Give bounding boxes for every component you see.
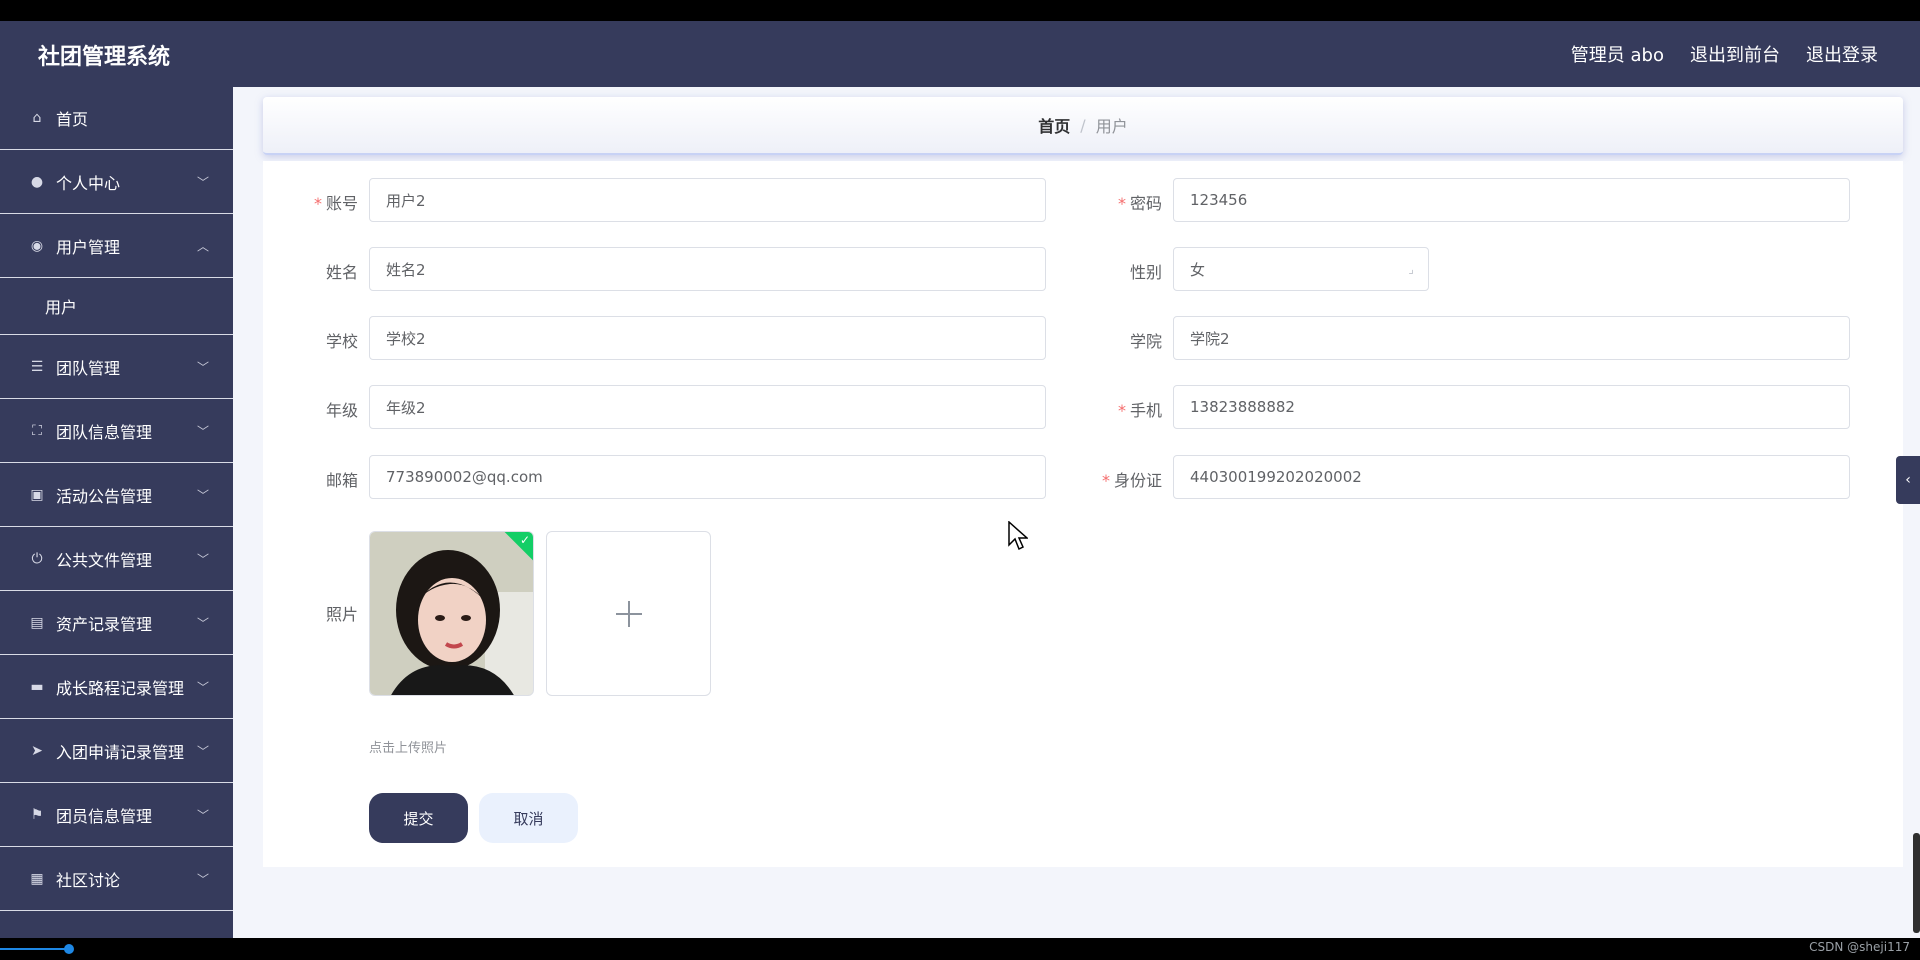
sidebar: ⌂ 首页 ● 个人中心 ﹀ ◉ 用户管理 ︿ 用户 ☰ 团队管理 ﹀ ⛶ 团队信… <box>0 87 233 938</box>
select-arrow-icon: ⌟ <box>1408 262 1414 276</box>
name-label: 姓名 <box>325 263 358 282</box>
photo-upload-button[interactable] <box>546 531 711 696</box>
send-icon: ➤ <box>31 742 43 759</box>
gender-select[interactable]: 女 ⌟ <box>1173 247 1429 291</box>
chevron-down-icon: ﹀ <box>196 680 209 694</box>
chevron-down-icon: ﹀ <box>196 552 209 566</box>
sidebar-item-personal-center[interactable]: ● 个人中心 ﹀ <box>0 150 233 214</box>
email-label: 邮箱 <box>325 471 358 490</box>
grade-input[interactable]: 年级2 <box>369 385 1046 429</box>
chevron-left-icon: ‹ <box>1905 472 1911 488</box>
id-card-label: * 身份证 <box>1101 471 1162 490</box>
grade-label: 年级 <box>325 401 358 420</box>
sidebar-item-community-discussion[interactable]: ▦ 社区讨论 ﹀ <box>0 847 233 911</box>
chevron-up-icon: ︿ <box>196 239 209 253</box>
sidebar-item-label: 资产记录管理 <box>56 614 153 634</box>
app-title: 社团管理系统 <box>38 45 171 70</box>
collapse-panel-button[interactable]: ‹ <box>1896 456 1920 504</box>
chevron-down-icon: ﹀ <box>196 175 209 189</box>
sidebar-item-asset-record-management[interactable]: ▤ 资产记录管理 ﹀ <box>0 591 233 655</box>
account-input[interactable]: 用户2 <box>369 178 1046 222</box>
college-input[interactable]: 学院2 <box>1173 316 1850 360</box>
chevron-down-icon: ﹀ <box>196 424 209 438</box>
progress-handle[interactable] <box>64 944 74 954</box>
check-icon: ✓ <box>519 533 530 547</box>
portrait-thumbnail <box>370 532 533 695</box>
photo-upload-hint: 点击上传照片 <box>369 741 448 756</box>
home-icon: ⌂ <box>32 110 42 126</box>
account-label: * 账号 <box>313 194 358 213</box>
cancel-button[interactable]: 取消 <box>479 793 578 843</box>
chevron-down-icon: ﹀ <box>196 808 209 822</box>
sidebar-item-user-management[interactable]: ◉ 用户管理 ︿ <box>0 214 233 278</box>
fullscreen-icon: ⛶ <box>32 422 42 439</box>
phone-label: * 手机 <box>1117 401 1162 420</box>
submit-button[interactable]: 提交 <box>369 793 468 843</box>
bottom-video-bar: CSDN @sheji117 <box>0 938 1920 960</box>
chevron-down-icon: ﹀ <box>196 744 209 758</box>
sidebar-item-public-file-management[interactable]: ⏻ 公共文件管理 ﹀ <box>0 527 233 591</box>
chevron-down-icon: ﹀ <box>196 360 209 374</box>
gender-label: 性别 <box>1129 263 1162 282</box>
sidebar-item-label: 公共文件管理 <box>56 550 153 570</box>
phone-input[interactable]: 13823888882 <box>1173 385 1850 429</box>
sidebar-item-join-application-management[interactable]: ➤ 入团申请记录管理 ﹀ <box>0 719 233 783</box>
uploaded-photo[interactable]: ✓ <box>369 531 534 696</box>
sidebar-item-team-info-management[interactable]: ⛶ 团队信息管理 ﹀ <box>0 399 233 463</box>
id-card-input[interactable]: 440300199202020002 <box>1173 455 1850 499</box>
sidebar-item-label: 活动公告管理 <box>56 486 153 506</box>
school-label: 学校 <box>325 332 358 351</box>
chevron-down-icon: ﹀ <box>196 872 209 886</box>
sidebar-subitem-user[interactable]: 用户 <box>0 278 233 335</box>
sidebar-item-home[interactable]: ⌂ 首页 <box>0 87 233 150</box>
breadcrumb-current: 用户 <box>1095 117 1128 136</box>
college-label: 学院 <box>1129 332 1162 351</box>
breadcrumb: 首页 / 用户 <box>263 97 1903 155</box>
menu-icon: ☰ <box>30 358 44 375</box>
clipboard-icon: ▣ <box>30 486 44 503</box>
password-label: * 密码 <box>1117 194 1162 213</box>
document-icon: ▦ <box>30 870 44 887</box>
sidebar-item-label: 社区讨论 <box>56 870 121 890</box>
watermark-text: CSDN @sheji117 <box>1809 940 1910 954</box>
email-input[interactable]: 773890002@qq.com <box>369 455 1046 499</box>
sidebar-item-member-info-management[interactable]: ⚑ 团员信息管理 ﹀ <box>0 783 233 847</box>
mouse-cursor-icon <box>1008 521 1028 551</box>
logout-link[interactable]: 退出登录 <box>1806 41 1878 67</box>
name-input[interactable]: 姓名2 <box>369 247 1046 291</box>
school-input[interactable]: 学校2 <box>369 316 1046 360</box>
main-content: 首页 / 用户 * 账号 用户2 * 密码 123456 姓名 姓名2 性别 女 ⌟… <box>233 87 1920 938</box>
top-header: 社团管理系统 管理员 abo 退出到前台 退出登录 <box>0 21 1920 87</box>
power-icon: ⏻ <box>31 550 43 567</box>
user-icon: ● <box>30 173 44 190</box>
sidebar-item-label: 成长路程记录管理 <box>56 678 185 698</box>
pin-icon: ◉ <box>30 237 44 254</box>
sidebar-item-label: 个人中心 <box>56 173 121 193</box>
sidebar-item-label: 入团申请记录管理 <box>56 742 185 762</box>
user-edit-form: * 账号 用户2 * 密码 123456 姓名 姓名2 性别 女 ⌟ 学校 学校2 … <box>263 161 1903 867</box>
sidebar-item-label: 团队信息管理 <box>56 422 153 442</box>
sidebar-item-team-management[interactable]: ☰ 团队管理 ﹀ <box>0 335 233 399</box>
breadcrumb-separator: / <box>1080 115 1086 135</box>
admin-user-link[interactable]: 管理员 abo <box>1571 41 1664 67</box>
password-input[interactable]: 123456 <box>1173 178 1850 222</box>
chart-icon: ▤ <box>30 614 44 631</box>
chevron-down-icon: ﹀ <box>196 488 209 502</box>
breadcrumb-home[interactable]: 首页 <box>1038 113 1070 137</box>
progress-bar <box>0 948 72 950</box>
sidebar-item-label: 团员信息管理 <box>56 806 153 826</box>
chevron-down-icon: ﹀ <box>196 616 209 630</box>
sidebar-item-growth-record-management[interactable]: ▬ 成长路程记录管理 ﹀ <box>0 655 233 719</box>
scrollbar-thumb[interactable] <box>1913 833 1920 933</box>
sidebar-item-label: 首页 <box>56 110 89 129</box>
exit-to-frontend-link[interactable]: 退出到前台 <box>1690 41 1780 67</box>
photo-label: 照片 <box>325 605 358 624</box>
sidebar-item-activity-notice-management[interactable]: ▣ 活动公告管理 ﹀ <box>0 463 233 527</box>
plus-icon <box>615 600 642 627</box>
sidebar-item-label: 团队管理 <box>56 358 121 378</box>
briefcase-icon: ▬ <box>30 678 44 695</box>
sidebar-item-label: 用户管理 <box>56 237 121 257</box>
header-actions: 管理员 abo 退出到前台 退出登录 <box>1571 41 1878 67</box>
flag-icon: ⚑ <box>30 806 44 823</box>
